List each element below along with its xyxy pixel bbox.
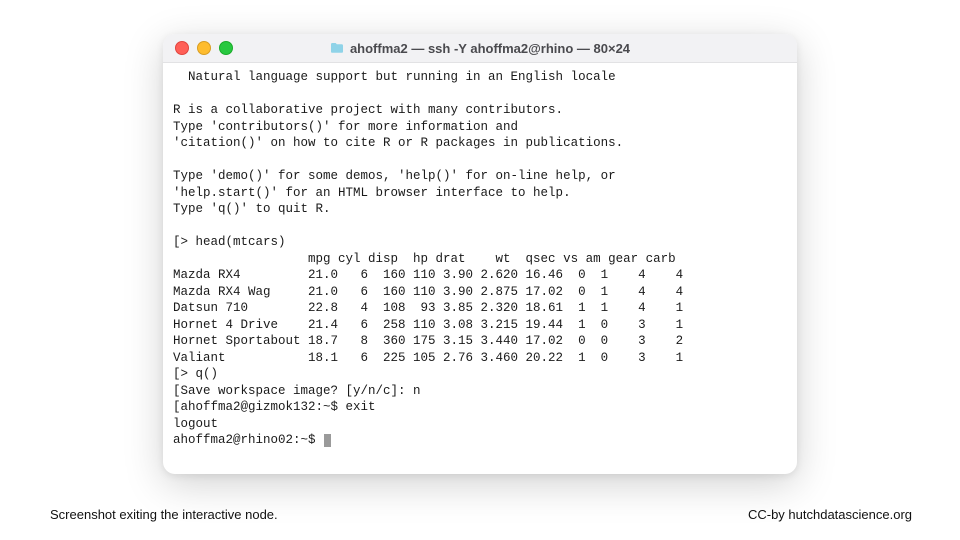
intro-line: Natural language support but running in … — [173, 70, 616, 84]
table-row: Hornet Sportabout 18.7 8 360 175 3.15 3.… — [173, 334, 683, 348]
logout-line: logout — [173, 417, 218, 431]
intro-line: Type 'demo()' for some demos, 'help()' f… — [173, 169, 616, 183]
close-icon[interactable] — [175, 41, 189, 55]
terminal-body[interactable]: Natural language support but running in … — [163, 63, 797, 474]
cursor-icon — [324, 434, 331, 447]
table-row: Mazda RX4 Wag 21.0 6 160 110 3.90 2.875 … — [173, 285, 683, 299]
intro-line: R is a collaborative project with many c… — [173, 103, 563, 117]
folder-icon — [330, 42, 344, 54]
caption-left: Screenshot exiting the interactive node. — [50, 507, 278, 522]
table-row: Hornet 4 Drive 21.4 6 258 110 3.08 3.215… — [173, 318, 683, 332]
titlebar: ahoffma2 — ssh -Y ahoffma2@rhino — 80×24 — [163, 34, 797, 63]
intro-line: 'citation()' on how to cite R or R packa… — [173, 136, 623, 150]
terminal-window: ahoffma2 — ssh -Y ahoffma2@rhino — 80×24… — [163, 34, 797, 474]
table-row: Valiant 18.1 6 225 105 2.76 3.460 20.22 … — [173, 351, 683, 365]
traffic-lights — [175, 41, 233, 55]
intro-line: Type 'contributors()' for more informati… — [173, 120, 518, 134]
intro-line: 'help.start()' for an HTML browser inter… — [173, 186, 571, 200]
table-row: Mazda RX4 21.0 6 160 110 3.90 2.620 16.4… — [173, 268, 683, 282]
shell-prompt: ahoffma2@rhino02:~$ — [173, 433, 323, 447]
table-header: mpg cyl disp hp drat wt qsec vs am gear … — [173, 252, 676, 266]
minimize-icon[interactable] — [197, 41, 211, 55]
save-workspace-prompt: [Save workspace image? [y/n/c]: n — [173, 384, 421, 398]
zoom-icon[interactable] — [219, 41, 233, 55]
r-command-head: [> head(mtcars) — [173, 235, 286, 249]
intro-line: Type 'q()' to quit R. — [173, 202, 331, 216]
r-command-quit: [> q() — [173, 367, 218, 381]
window-title-group: ahoffma2 — ssh -Y ahoffma2@rhino — 80×24 — [163, 41, 797, 56]
shell-exit-line: [ahoffma2@gizmok132:~$ exit — [173, 400, 376, 414]
caption-right: CC-by hutchdatascience.org — [748, 507, 912, 522]
table-row: Datsun 710 22.8 4 108 93 3.85 2.320 18.6… — [173, 301, 683, 315]
window-title: ahoffma2 — ssh -Y ahoffma2@rhino — 80×24 — [350, 41, 630, 56]
